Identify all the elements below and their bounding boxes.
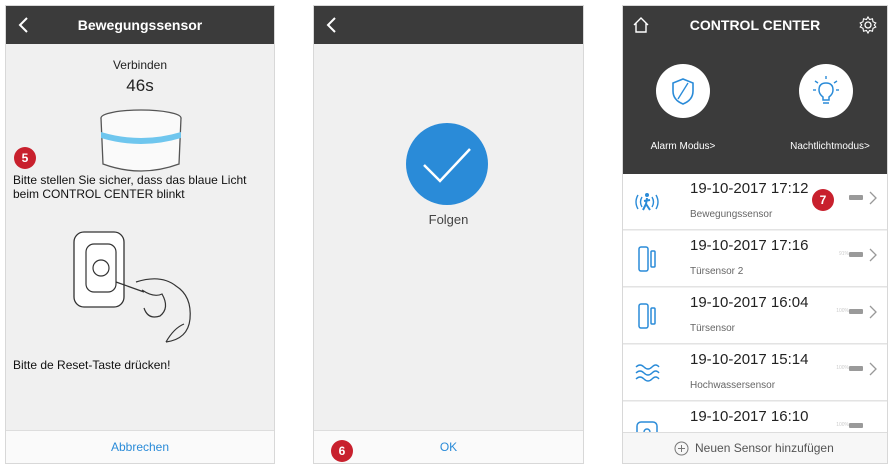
battery-icon xyxy=(849,195,863,200)
top-bar: Bewegungssensor xyxy=(6,6,274,44)
door-sensor-icon xyxy=(638,246,656,272)
back-arrow-icon[interactable] xyxy=(322,15,342,35)
sensor-time: 19-10-2017 16:10 xyxy=(690,408,809,425)
shield-icon xyxy=(672,78,694,105)
water-icon xyxy=(635,364,660,382)
chevron-right-icon xyxy=(869,248,877,262)
sensor-time: 19-10-2017 17:16 xyxy=(690,237,809,254)
gear-icon[interactable] xyxy=(858,15,878,35)
pairing-screen: Bewegungssensor Verbinden 46s 5 Bitte st… xyxy=(5,5,275,464)
sensor-time: 19-10-2017 16:04 xyxy=(690,294,809,311)
sensor-name: Bewegungssensor xyxy=(690,209,773,220)
reset-instruction: Bitte de Reset-Taste drücken! xyxy=(13,358,171,372)
top-bar: CONTROL CENTER xyxy=(623,6,887,44)
battery-percent: 100% xyxy=(836,422,849,428)
battery-percent: 100% xyxy=(836,308,849,314)
sensor-row[interactable]: 19-10-2017 15:14 Hochwassersensor 100% xyxy=(623,345,887,401)
plus-circle-icon xyxy=(674,441,689,456)
add-sensor-bar[interactable]: Neuen Sensor hinzufügen xyxy=(623,432,887,463)
mode-header: Alarm Modus> Nachtlichtmodus> xyxy=(623,44,887,174)
screen-title: Bewegungssensor xyxy=(77,17,203,33)
battery-icon xyxy=(849,309,863,314)
cancel-button[interactable]: Abbrechen xyxy=(6,431,274,463)
countdown-timer: 46s xyxy=(126,76,154,95)
door-sensor-icon xyxy=(638,303,656,329)
battery-icon xyxy=(849,252,863,257)
sensor-name: Türsensor xyxy=(690,323,736,334)
chevron-right-icon xyxy=(869,305,877,319)
sensor-time: 19-10-2017 15:14 xyxy=(690,351,809,368)
motion-icon xyxy=(635,193,659,211)
control-center-screen: CONTROL CENTER Alarm Modus> Nachtlichtmo… xyxy=(622,5,888,464)
step-badge-7: 7 xyxy=(812,189,834,211)
battery-percent: 91% xyxy=(838,251,849,257)
checkmark-icon xyxy=(406,123,488,205)
blink-instruction: Bitte stellen Sie sicher, dass das blaue… xyxy=(13,173,247,201)
connect-label: Verbinden xyxy=(112,58,168,72)
status-text: Folgen xyxy=(428,212,469,227)
sensor-row[interactable]: 19-10-2017 16:04 Türsensor 100% xyxy=(623,288,887,344)
top-bar xyxy=(314,6,583,44)
nightlight-mode-button[interactable] xyxy=(799,64,853,118)
ok-button[interactable]: OK xyxy=(314,431,583,463)
battery-icon xyxy=(849,423,863,428)
step-badge-5: 5 xyxy=(14,147,36,169)
step-badge-6: 6 xyxy=(331,440,353,462)
battery-percent: 100% xyxy=(836,365,849,371)
sensor-name: Türsensor 2 xyxy=(690,266,744,277)
reset-button-illustration xyxy=(73,231,191,343)
light-bulb-icon xyxy=(813,76,839,104)
bottom-bar: Abbrechen xyxy=(6,430,274,463)
bottom-bar: OK xyxy=(314,430,583,463)
battery-icon xyxy=(849,366,863,371)
screen-title: CONTROL CENTER xyxy=(689,17,821,33)
alarm-mode-button[interactable] xyxy=(656,64,710,118)
nightlight-mode-label[interactable]: Nachtlichtmodus> xyxy=(773,141,887,152)
sensor-name: Hochwassersensor xyxy=(690,380,776,391)
chevron-right-icon xyxy=(869,191,877,205)
sensor-row[interactable]: 19-10-2017 17:16 Türsensor 2 91% xyxy=(623,231,887,287)
pairing-success-screen: Folgen OK xyxy=(313,5,584,464)
sensor-time: 19-10-2017 17:12 xyxy=(690,180,809,197)
sensor-row[interactable]: 19-10-2017 17:12 Bewegungssensor xyxy=(623,174,887,230)
add-sensor-button[interactable]: Neuen Sensor hinzufügen xyxy=(695,433,834,463)
chevron-right-icon xyxy=(869,362,877,376)
control-center-device-illustration xyxy=(100,109,182,172)
alarm-mode-label[interactable]: Alarm Modus> xyxy=(637,141,729,152)
